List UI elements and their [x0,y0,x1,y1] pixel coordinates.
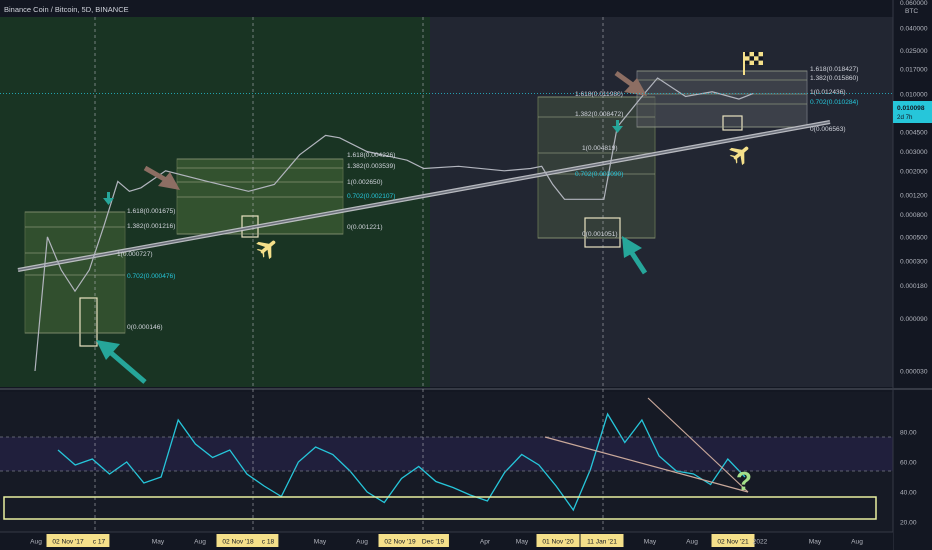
fib4-level-1382: 1.382(0.015860) [810,75,858,82]
fib-box-4 [636,70,808,128]
price-tick-label: 0.003000 [900,149,928,156]
time-tick-label: 01 Nov '20 [542,539,574,546]
time-tick-label: 02 Nov '17 [52,539,84,546]
price-tick-label: 0.000180 [900,283,928,290]
price-tick-label: 0.000800 [900,212,928,219]
fib4-level-0702: 0.702(0.010284) [810,99,858,106]
price-tick-label: 0.010000 [900,92,928,99]
time-tick-label: Dec '19 [422,539,444,546]
fib2-level-1382: 1.382(0.003539) [347,163,395,170]
fib2-level-0: 0(0.001221) [347,224,383,231]
time-tick-label: May [516,539,529,546]
rsi-tick-label: 20.00 [900,520,917,527]
time-tick-label: Aug [30,539,42,546]
price-tick-label: 0.017000 [900,66,928,73]
question-mark-annotation: ? [736,466,752,496]
time-tick-label: c 18 [262,539,275,546]
time-tick-label: 11 Jan '21 [587,539,617,546]
time-tick-label: Apr [480,539,491,546]
fib2-level-1618: 1.618(0.004226) [347,152,395,159]
time-tick-label: 02 Nov '18 [222,539,254,546]
fib1-level-0702: 0.702(0.000476) [127,273,175,280]
rsi-tick-label: 60.00 [900,460,917,467]
price-axis-unit: BTC [905,8,918,15]
price-tick-label: 0.000030 [900,369,928,376]
chart-canvas: ? Binance Coin / Bitcoin, 5D, BINANCE 1.… [0,0,932,550]
current-price-label: 0.010098 2d 7h [893,101,932,123]
price-tick-label: 0.000500 [900,234,928,241]
price-tick-label: 0.040000 [900,26,928,33]
time-tick-label: 02 Nov '19 [384,539,416,546]
fib3-level-1618: 1.618(0.011980) [575,91,623,98]
fib4-level-1618: 1.618(0.018427) [810,66,858,73]
price-tick-label: 0.002000 [900,168,928,175]
fib3-level-0702: 0.702(0.003090) [575,171,623,178]
time-tick-label: 02 Nov '21 [717,539,749,546]
rsi-band [0,437,893,471]
time-tick-label: 2022 [753,539,768,546]
time-tick-label: Aug [194,539,206,546]
time-tick-label: May [644,539,657,546]
time-tick-label: Aug [851,539,863,546]
price-tick-label: 0.004500 [900,130,928,137]
current-price-countdown: 2d 7h [897,114,913,121]
time-tick-label: May [809,539,822,546]
fib2-level-1: 1(0.002650) [347,179,383,186]
price-tick-label: 0.000090 [900,316,928,323]
fib1-level-1618: 1.618(0.001675) [127,208,175,215]
chart-title: Binance Coin / Bitcoin, 5D, BINANCE [4,5,129,14]
fib1-level-1: 1(0.000727) [117,251,153,258]
price-tick-label: 0.000300 [900,259,928,266]
fib4-level-0: 0(0.006563) [810,126,846,133]
fib3-level-0: 0(0.001051) [582,231,618,238]
fib4-level-1: 1(0.012436) [810,89,846,96]
price-axis-top-tick: 0.060000 [900,0,928,7]
fib-box-2 [176,158,344,235]
price-tick-label: 0.025000 [900,48,928,55]
current-price-value: 0.010098 [897,105,925,112]
fib3-level-1: 1(0.004819) [582,145,618,152]
fib1-level-1382: 1.382(0.001216) [127,223,175,230]
fib2-level-0702: 0.702(0.002107) [347,193,395,200]
fib1-level-0: 0(0.000146) [127,324,163,331]
time-tick-label: Aug [356,539,368,546]
fib3-level-1382: 1.382(0.008472) [575,111,623,118]
time-tick-label: Aug [686,539,698,546]
rsi-tick-label: 80.00 [900,430,917,437]
rsi-tick-label: 40.00 [900,490,917,497]
price-tick-label: 0.001200 [900,193,928,200]
time-tick-label: May [152,539,165,546]
time-tick-label: May [314,539,327,546]
time-tick-label: c 17 [93,539,106,546]
